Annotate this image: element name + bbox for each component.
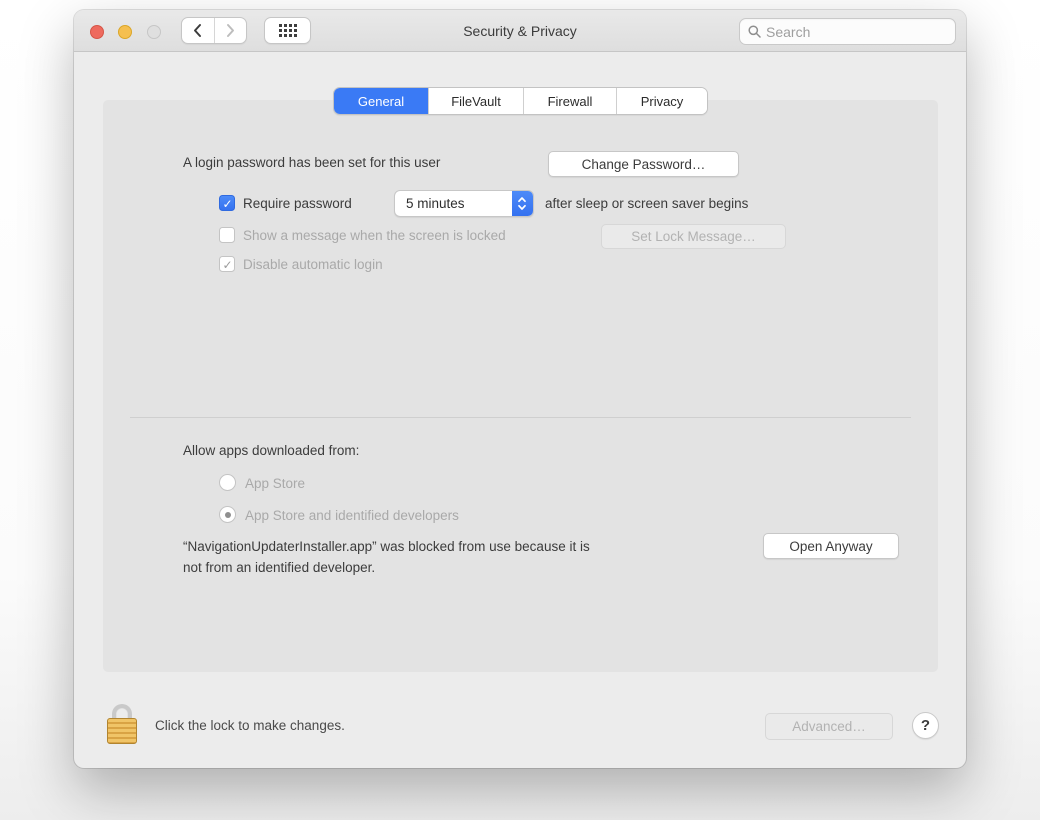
blocked-app-message: “NavigationUpdaterInstaller.app” was blo… bbox=[183, 536, 590, 578]
general-pane: General FileVault Firewall Privacy A log… bbox=[103, 100, 938, 672]
window-titlebar: Security & Privacy bbox=[74, 10, 966, 52]
search-input[interactable] bbox=[766, 24, 947, 40]
popup-stepper-icon bbox=[512, 191, 533, 216]
zoom-window-button bbox=[147, 25, 161, 39]
back-button[interactable] bbox=[182, 18, 214, 43]
popup-selected-value: 5 minutes bbox=[395, 196, 512, 211]
radio-app-store[interactable] bbox=[219, 474, 236, 491]
show-message-label[interactable]: Show a message when the screen is locked bbox=[243, 228, 506, 244]
tab-general[interactable]: General bbox=[334, 88, 428, 114]
close-window-button[interactable] bbox=[90, 25, 104, 39]
disable-auto-login-label[interactable]: Disable automatic login bbox=[243, 257, 383, 273]
require-password-suffix: after sleep or screen saver begins bbox=[545, 196, 748, 212]
require-password-delay-popup[interactable]: 5 minutes bbox=[394, 190, 534, 217]
tab-filevault[interactable]: FileVault bbox=[428, 88, 523, 114]
show-all-button[interactable] bbox=[264, 17, 311, 44]
change-password-button[interactable]: Change Password… bbox=[548, 151, 739, 177]
require-password-checkbox[interactable] bbox=[219, 195, 235, 211]
radio-app-store-label[interactable]: App Store bbox=[245, 476, 305, 492]
lock-icon[interactable] bbox=[107, 704, 137, 745]
open-anyway-button[interactable]: Open Anyway bbox=[763, 533, 899, 559]
blocked-app-line1: “NavigationUpdaterInstaller.app” was blo… bbox=[183, 536, 590, 557]
lock-hint-text: Click the lock to make changes. bbox=[155, 718, 345, 734]
search-icon bbox=[748, 25, 761, 38]
tab-privacy[interactable]: Privacy bbox=[616, 88, 707, 114]
section-divider bbox=[130, 417, 911, 418]
tab-bar: General FileVault Firewall Privacy bbox=[333, 87, 708, 115]
history-nav-control bbox=[181, 17, 247, 44]
disable-auto-login-checkbox[interactable] bbox=[219, 256, 235, 272]
tab-firewall[interactable]: Firewall bbox=[523, 88, 616, 114]
blocked-app-line2: not from an identified developer. bbox=[183, 557, 590, 578]
grid-icon bbox=[279, 24, 297, 37]
minimize-window-button[interactable] bbox=[118, 25, 132, 39]
search-field[interactable] bbox=[739, 18, 956, 45]
chevron-right-icon bbox=[225, 23, 236, 38]
chevron-left-icon bbox=[192, 23, 203, 38]
radio-app-store-identified[interactable] bbox=[219, 506, 236, 523]
radio-app-store-identified-label[interactable]: App Store and identified developers bbox=[245, 508, 459, 524]
security-privacy-window: Security & Privacy General FileVault Fir… bbox=[74, 10, 966, 768]
require-password-label[interactable]: Require password bbox=[243, 196, 352, 212]
advanced-button[interactable]: Advanced… bbox=[765, 713, 893, 740]
allow-apps-heading: Allow apps downloaded from: bbox=[183, 443, 359, 459]
help-button[interactable]: ? bbox=[912, 712, 939, 739]
login-password-text: A login password has been set for this u… bbox=[183, 155, 440, 171]
set-lock-message-button[interactable]: Set Lock Message… bbox=[601, 224, 786, 249]
show-message-checkbox[interactable] bbox=[219, 227, 235, 243]
forward-button[interactable] bbox=[214, 18, 247, 43]
